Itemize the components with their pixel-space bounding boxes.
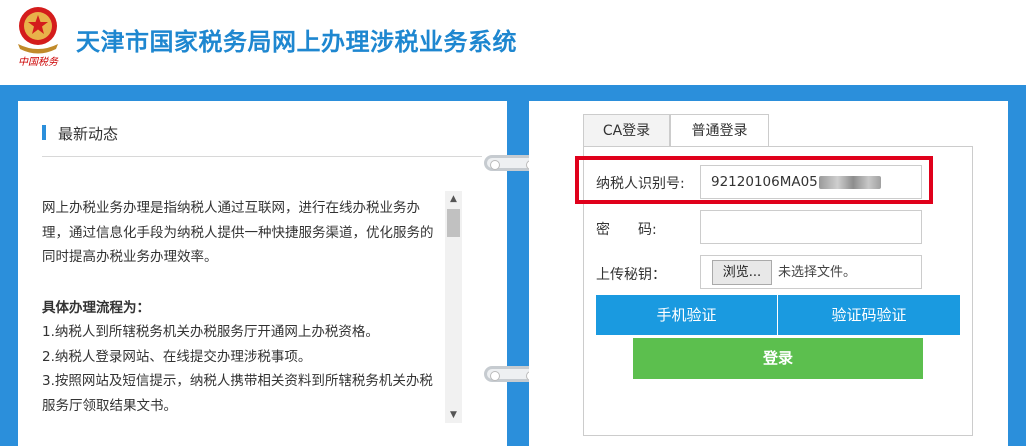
captcha-verify-button[interactable]: 验证码验证 xyxy=(778,295,960,335)
news-intro: 网上办税业务办理是指纳税人通过互联网，进行在线办税业务办理，通过信息化手段为纳税… xyxy=(42,200,434,265)
scroll-down-arrow-icon[interactable]: ▼ xyxy=(445,407,462,423)
news-panel: 最新动态 网上办税业务办理是指纳税人通过互联网，进行在线办税业务办理，通过信息化… xyxy=(18,101,507,446)
upload-key-label: 上传秘钥： xyxy=(596,267,666,283)
news-title: 最新动态 xyxy=(58,125,119,143)
password-label: 密 码: xyxy=(596,222,657,238)
step-item: 1.纳税人到所辖税务机关办税服务厅开通网上办税资格。 xyxy=(42,324,379,340)
site-title: 天津市国家税务局网上办理涉税业务系统 xyxy=(76,28,517,56)
key-file-input[interactable]: 浏览... 未选择文件。 xyxy=(700,255,922,289)
login-panel: CA登录 普通登录 纳税人识别号: 92120106MA05 密 码: 上传秘钥… xyxy=(529,101,1008,446)
svg-text:中国税务: 中国税务 xyxy=(18,56,59,68)
step-item: 2.纳税人登录网站、在线提交办理涉税事项。 xyxy=(42,348,312,365)
tax-emblem-logo: 中国税务 xyxy=(12,4,64,68)
news-divider xyxy=(42,156,482,157)
scroll-up-arrow-icon[interactable]: ▲ xyxy=(445,191,462,207)
password-field[interactable] xyxy=(700,210,922,244)
phone-verify-button[interactable]: 手机验证 xyxy=(596,295,777,335)
news-scrollbar[interactable]: ▲ ▼ xyxy=(445,191,462,423)
highlight-annotation-box xyxy=(575,156,933,204)
no-file-text: 未选择文件。 xyxy=(778,265,857,280)
header: 中国税务 天津市国家税务局网上办理涉税业务系统 xyxy=(0,0,1026,85)
tab-normal-login[interactable]: 普通登录 xyxy=(670,114,769,147)
step-item: 3.按照网站及短信提示，纳税人携带相关资料到所辖税务机关办税服务厅领取结果文书。 xyxy=(42,373,433,414)
tab-ca-login[interactable]: CA登录 xyxy=(583,114,670,146)
scroll-thumb[interactable] xyxy=(447,209,460,237)
news-content: 网上办税业务办理是指纳税人通过互联网，进行在线办税业务办理，通过信息化手段为纳税… xyxy=(42,196,442,418)
news-title-accent-bar xyxy=(42,125,46,140)
login-button[interactable]: 登录 xyxy=(633,338,923,379)
browse-button[interactable]: 浏览... xyxy=(712,260,772,285)
main-area: 最新动态 网上办税业务办理是指纳税人通过互联网，进行在线办税业务办理，通过信息化… xyxy=(0,85,1026,446)
steps-title: 具体办理流程为： xyxy=(42,299,150,316)
